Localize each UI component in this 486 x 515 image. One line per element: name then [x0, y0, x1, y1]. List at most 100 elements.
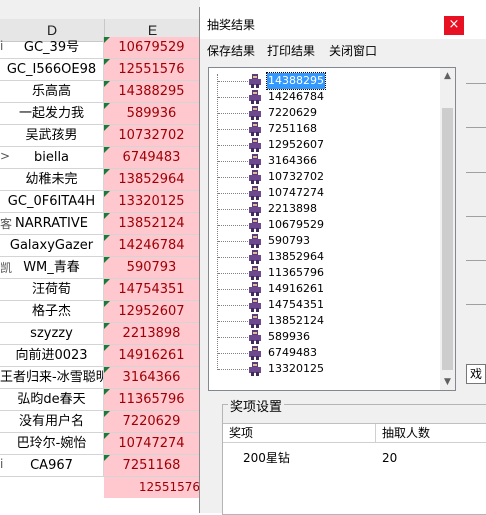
dialog-titlebar[interactable]: 抽奖结果 ×: [200, 7, 486, 39]
tree-item-label[interactable]: 14916261: [267, 281, 325, 297]
prize-settings-label: 奖项设置: [228, 396, 285, 415]
tree-item[interactable]: 3164366: [209, 153, 441, 169]
tree-item[interactable]: 7220629: [209, 105, 441, 121]
cell-username[interactable]: 巴玲尔-婉怡: [0, 433, 104, 455]
close-button[interactable]: ×: [444, 16, 464, 35]
cell-id[interactable]: 13320125: [104, 191, 199, 213]
partial-cell-value[interactable]: 12551576: [104, 477, 200, 498]
tree-item[interactable]: 7251168: [209, 121, 441, 137]
tree-item-label[interactable]: 589936: [267, 329, 311, 345]
tree-item[interactable]: 589936: [209, 329, 441, 345]
cell-username[interactable]: WM_青春: [0, 257, 104, 279]
scroll-thumb[interactable]: [442, 108, 453, 370]
cell-username[interactable]: NARRATIVE: [0, 213, 104, 235]
tree-item[interactable]: 12952607: [209, 137, 441, 153]
tree-item-label[interactable]: 13320125: [267, 361, 325, 377]
sheet-row: GC_I566OE98 12551576: [0, 59, 200, 81]
cell-id[interactable]: 14916261: [104, 345, 199, 367]
tree-item[interactable]: 10747274: [209, 185, 441, 201]
scroll-down-icon[interactable]: ▼: [440, 374, 455, 390]
cell-username[interactable]: 没有用户名: [0, 411, 104, 433]
cell-id[interactable]: 7220629: [104, 411, 199, 433]
results-tree[interactable]: 14388295 14246784 7220629 7251168 12952607 31…: [208, 67, 456, 391]
cell-id[interactable]: 14388295: [104, 81, 199, 103]
cell-id[interactable]: 14754351: [104, 279, 199, 301]
tree-item[interactable]: 14916261: [209, 281, 441, 297]
tree-item-label[interactable]: 2213898: [267, 201, 318, 217]
prize-count-cell[interactable]: 20: [382, 449, 397, 467]
scroll-up-icon[interactable]: ▲: [440, 68, 455, 84]
cell-username[interactable]: szyzzy: [0, 323, 104, 345]
tree-item-label[interactable]: 13852124: [267, 313, 325, 329]
tree-item[interactable]: 14754351: [209, 297, 441, 313]
cell-id[interactable]: 14246784: [104, 235, 199, 257]
cell-id[interactable]: 13852964: [104, 169, 199, 191]
vertical-scrollbar[interactable]: ▲ ▼: [440, 68, 455, 390]
cell-username[interactable]: GalaxyGazer: [0, 235, 104, 257]
tree-item[interactable]: 10679529: [209, 217, 441, 233]
cell-username[interactable]: 幼稚未完: [0, 169, 104, 191]
cell-username[interactable]: biella: [0, 147, 104, 169]
tree-item[interactable]: 2213898: [209, 201, 441, 217]
cell-username[interactable]: 汪荷荀: [0, 279, 104, 301]
cell-id[interactable]: 13852124: [104, 213, 199, 235]
tree-item[interactable]: 11365796: [209, 265, 441, 281]
tree-item-label[interactable]: 3164366: [267, 153, 318, 169]
menu-save-results[interactable]: 保存结果: [207, 42, 255, 59]
tree-item-label[interactable]: 590793: [267, 233, 311, 249]
tree-item[interactable]: 13852964: [209, 249, 441, 265]
cell-username[interactable]: 乐高高: [0, 81, 104, 103]
cell-username[interactable]: 一起发力我: [0, 103, 104, 125]
tree-item-label[interactable]: 14246784: [267, 89, 325, 105]
header-prize[interactable]: 奖项: [223, 424, 376, 443]
cell-username[interactable]: 弘昀de春天: [0, 389, 104, 411]
partial-side-button[interactable]: 戏: [466, 364, 486, 384]
tree-item-label[interactable]: 11365796: [267, 265, 325, 281]
tree-item[interactable]: 13852124: [209, 313, 441, 329]
cell-id[interactable]: 7251168: [104, 455, 199, 477]
cell-username[interactable]: GC_I566OE98: [0, 59, 104, 81]
cell-username[interactable]: GC_39号: [0, 37, 104, 59]
cell-id[interactable]: 11365796: [104, 389, 199, 411]
tree-item-label[interactable]: 10732702: [267, 169, 325, 185]
tree-item-label[interactable]: 7220629: [267, 105, 318, 121]
cell-username[interactable]: 向前进0023: [0, 345, 104, 367]
cell-id[interactable]: 10679529: [104, 37, 199, 59]
cell-id[interactable]: 589936: [104, 103, 199, 125]
prize-name-cell[interactable]: 200星钻: [243, 449, 290, 467]
cell-username[interactable]: GC_0F6ITA4H: [0, 191, 104, 213]
cell-id[interactable]: 10747274: [104, 433, 199, 455]
tree-item-label[interactable]: 10679529: [267, 217, 325, 233]
menu-print-results[interactable]: 打印结果: [267, 42, 315, 59]
tree-item[interactable]: 590793: [209, 233, 441, 249]
cell-id[interactable]: 12551576: [104, 59, 199, 81]
header-draw-count[interactable]: 抽取人数: [376, 424, 486, 443]
cell-username[interactable]: 格子杰: [0, 301, 104, 323]
cell-id[interactable]: 12952607: [104, 301, 199, 323]
tree-item[interactable]: 6749483: [209, 345, 441, 361]
background-gridline: [466, 172, 486, 173]
tree-item[interactable]: 10732702: [209, 169, 441, 185]
cell-id[interactable]: 590793: [104, 257, 199, 279]
tree-item[interactable]: 14246784: [209, 89, 441, 105]
tree-item-label[interactable]: 14754351: [267, 297, 325, 313]
tree-item-label[interactable]: 6749483: [267, 345, 318, 361]
user-icon: [247, 73, 263, 89]
tree-item[interactable]: 13320125: [209, 361, 441, 377]
cell-username[interactable]: CA967: [0, 455, 104, 477]
menu-close-window[interactable]: 关闭窗口: [329, 42, 377, 59]
cell-id[interactable]: 2213898: [104, 323, 199, 345]
cell-id[interactable]: 3164366: [104, 367, 199, 389]
cell-username[interactable]: 王者归来-冰雪聪明: [0, 367, 104, 389]
prize-table[interactable]: 奖项 抽取人数 200星钻 20: [223, 423, 486, 514]
tree-item-label[interactable]: 7251168: [267, 121, 318, 137]
tree-item-label[interactable]: 10747274: [267, 185, 325, 201]
tree-item[interactable]: 14388295: [209, 72, 441, 90]
tree-item-label[interactable]: 14388295: [266, 72, 326, 90]
cell-username[interactable]: 吴武孩男: [0, 125, 104, 147]
tree-item-label[interactable]: 12952607: [267, 137, 325, 153]
cell-id[interactable]: 10732702: [104, 125, 199, 147]
partial-edge-text: 凯: [0, 261, 13, 275]
cell-id[interactable]: 6749483: [104, 147, 199, 169]
tree-item-label[interactable]: 13852964: [267, 249, 325, 265]
